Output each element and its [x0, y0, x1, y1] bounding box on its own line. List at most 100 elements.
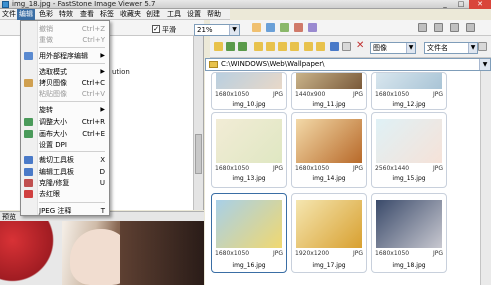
thumbnail-image: [296, 200, 362, 248]
close-button[interactable]: ✕: [469, 0, 491, 9]
menu-file[interactable]: 文件: [0, 9, 18, 20]
title-bar: img_18.jpg - FastStone Image Viewer 5.7 …: [0, 0, 491, 9]
thumbnail-meta: 1680x1050 JPG: [215, 91, 283, 99]
thumbnail-item[interactable]: 1680x1050 JPG img_14.jpg: [291, 112, 367, 188]
minimize-button[interactable]: _: [437, 0, 453, 9]
preview-image: [0, 221, 204, 285]
thumbnail-item[interactable]: 1920x1200 JPG img_17.jpg: [291, 193, 367, 273]
thumbnail-filename: img_15.jpg: [392, 175, 426, 182]
thumbnail-dimensions: 1680x1050: [215, 91, 250, 98]
scrollbar-thumb[interactable]: [195, 134, 202, 174]
zoom-out-icon[interactable]: [294, 23, 303, 32]
sort-value: 文件名: [427, 44, 448, 52]
edit-menu-item[interactable]: 裁切工具板 X: [21, 154, 109, 166]
menu-tools[interactable]: 工具: [165, 9, 183, 20]
thumbnail-item[interactable]: 1440x900 JPG img_11.jpg: [291, 72, 367, 110]
preview-hat: [0, 221, 62, 285]
fit-icon[interactable]: [266, 23, 275, 32]
thumbnail-format: JPG: [272, 91, 283, 98]
menu-edit[interactable]: 编辑: [17, 9, 35, 20]
menu-help[interactable]: 帮助: [205, 9, 223, 20]
copy-to-icon[interactable]: [304, 42, 313, 51]
thumbnail-item[interactable]: 1680x1050 JPG img_10.jpg: [211, 72, 287, 110]
delete-icon[interactable]: ✕: [356, 38, 364, 54]
thumbnail-format: JPG: [432, 91, 443, 98]
menu-separator: [39, 202, 105, 203]
menu-item-label: 粘贴图像: [39, 90, 67, 98]
edit-menu-item[interactable]: 调整大小 Ctrl+R: [21, 116, 109, 128]
folder-up-icon[interactable]: [214, 42, 223, 51]
menu-settings[interactable]: 设置: [185, 9, 203, 20]
menu-item-shortcut: X: [100, 156, 105, 164]
menu-item-label: 设置 DPI: [39, 141, 67, 149]
zoom-select[interactable]: 21% ▼: [194, 24, 240, 36]
thumbnail-dimensions: 1440x900: [295, 91, 326, 98]
thumbnail-image: [216, 119, 282, 163]
folder-icon[interactable]: [254, 42, 263, 51]
menu-item-icon: [24, 130, 33, 138]
thumbnail-dimensions: 1680x1050: [375, 91, 410, 98]
view-select[interactable]: 图像 ▼: [370, 42, 416, 54]
edit-menu-item[interactable]: 设置 DPI: [21, 139, 109, 151]
submenu-arrow-icon: ▶: [100, 106, 105, 113]
vertical-scrollbar[interactable]: [193, 36, 203, 210]
smooth-label: 平滑: [162, 26, 176, 34]
thumbnail-meta: 1680x1050 JPG: [375, 250, 443, 258]
thumbnail-format: JPG: [352, 250, 363, 257]
path-text: C:\WINDOWS\Web\Wallpaper\: [221, 60, 325, 68]
thumbnail-image: [216, 200, 282, 248]
edit-menu-item[interactable]: JPEG 注释 T: [21, 205, 109, 217]
sort-order-icon[interactable]: [478, 42, 487, 51]
vertical-scrollbar[interactable]: [480, 71, 491, 285]
forward-icon[interactable]: [238, 42, 247, 51]
folder-icon-3[interactable]: [278, 42, 287, 51]
layout-icon-2[interactable]: [434, 23, 443, 32]
layout-icon-4[interactable]: [466, 23, 475, 32]
back-icon[interactable]: [226, 42, 235, 51]
folder-icon-2[interactable]: [266, 42, 275, 51]
folder-icon-4[interactable]: [290, 42, 299, 51]
thumbnail-filename: img_12.jpg: [392, 101, 426, 108]
menu-view[interactable]: 查看: [78, 9, 96, 20]
preview-hair: [120, 221, 204, 285]
menu-item-label: 调整大小: [39, 118, 67, 126]
thumbnail-filename: img_10.jpg: [232, 101, 266, 108]
thumbnail-item[interactable]: 2560x1440 JPG img_15.jpg: [371, 112, 447, 188]
layout-icon-3[interactable]: [450, 23, 459, 32]
menu-item-label: JPEG 注释: [39, 207, 72, 215]
menu-effects[interactable]: 特效: [57, 9, 75, 20]
thumbnail-item[interactable]: 1680x1050 JPG img_12.jpg: [371, 72, 447, 110]
thumbnail-item[interactable]: 1680x1050 JPG img_13.jpg: [211, 112, 287, 188]
fullscreen-icon[interactable]: [308, 23, 317, 32]
menu-item-label: 用外部程序编辑: [39, 52, 88, 60]
chevron-down-icon[interactable]: ▼: [479, 59, 490, 70]
submenu-arrow-icon: ▶: [100, 52, 105, 59]
path-bar[interactable]: C:\WINDOWS\Web\Wallpaper\ ▼: [205, 58, 491, 71]
chevron-down-icon[interactable]: ▼: [406, 43, 415, 53]
smooth-checkbox[interactable]: ✓: [152, 25, 160, 33]
chevron-down-icon[interactable]: ▼: [229, 25, 239, 35]
menu-item-icon: [24, 156, 33, 164]
select-icon[interactable]: [342, 42, 351, 51]
menu-create[interactable]: 创建: [144, 9, 162, 20]
menu-color[interactable]: 色彩: [37, 9, 55, 20]
thumbnail-item[interactable]: 1680x1050 JPG img_16.jpg: [211, 193, 287, 273]
grid-icon[interactable]: [330, 42, 339, 51]
sort-select[interactable]: 文件名 ▼: [424, 42, 478, 54]
hand-icon[interactable]: [252, 23, 261, 32]
thumbnail-image: [376, 200, 442, 248]
thumbnail-meta: 1920x1200 JPG: [295, 250, 363, 258]
zoom-in-icon[interactable]: [280, 23, 289, 32]
layout-icon[interactable]: [418, 23, 427, 32]
menu-tag[interactable]: 标签: [98, 9, 116, 20]
move-to-icon[interactable]: [316, 42, 325, 51]
chevron-down-icon[interactable]: ▼: [468, 43, 477, 53]
edit-menu-item[interactable]: 用外部程序编辑 ▶: [21, 50, 109, 62]
maximize-button[interactable]: □: [453, 0, 469, 9]
thumbnail-item[interactable]: 1680x1050 JPG img_18.jpg: [371, 193, 447, 273]
menu-separator: [39, 151, 105, 152]
tree-text-fragment: ution: [112, 68, 130, 76]
edit-menu-item[interactable]: 去红眼: [21, 188, 109, 200]
edit-menu-item[interactable]: 旋转 ▶: [21, 104, 109, 116]
menu-favorites[interactable]: 收藏夹: [118, 9, 143, 20]
